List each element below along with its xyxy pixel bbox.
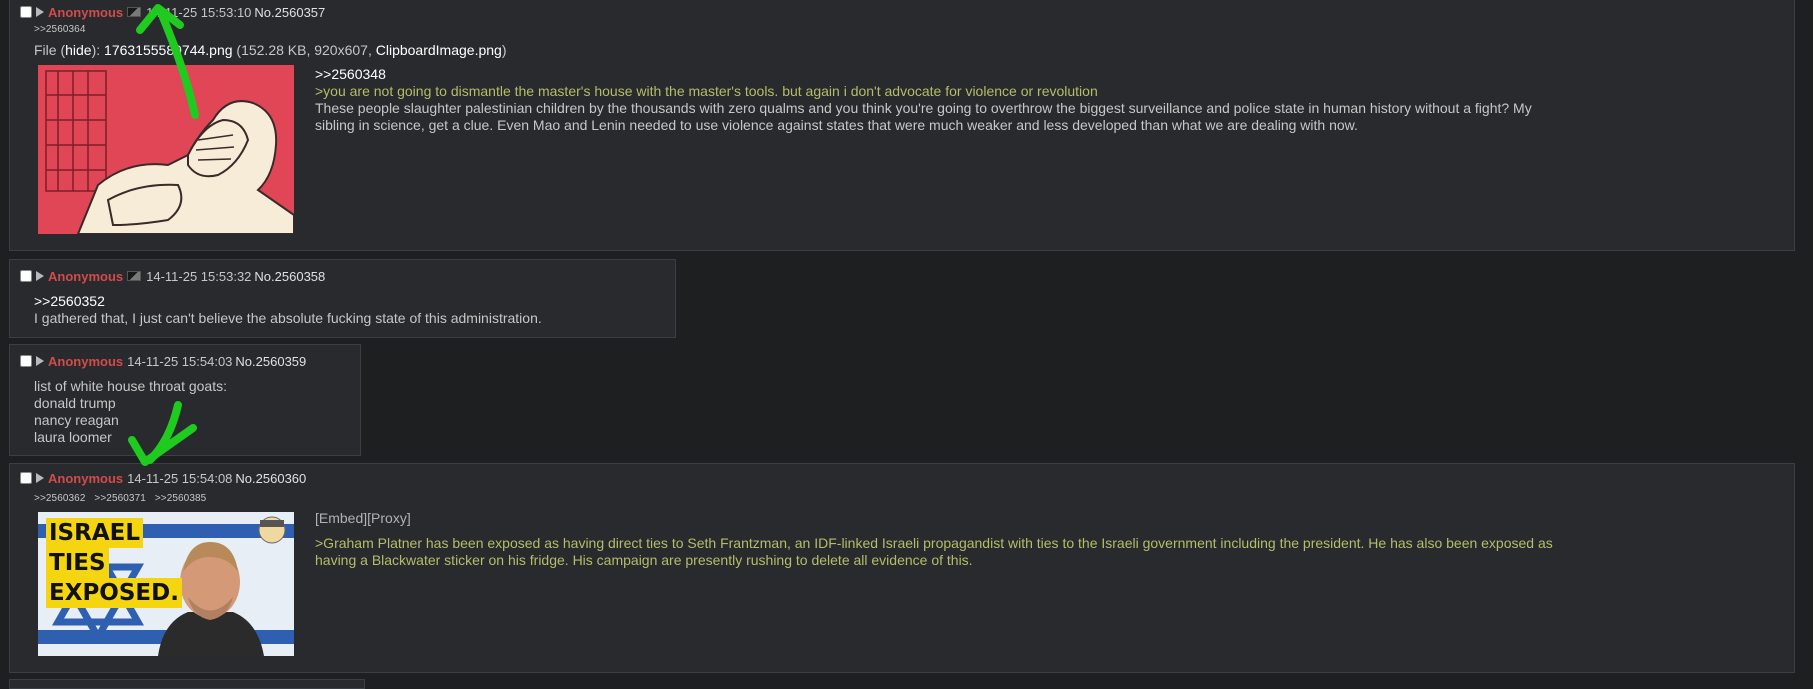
- backlink[interactable]: >>2560364: [34, 24, 86, 35]
- embed-proxy-links[interactable]: [Embed][Proxy]: [315, 510, 1785, 527]
- post-image-facepalm[interactable]: [38, 65, 294, 234]
- post-body: >>2560352 I gathered that, I just can't …: [34, 293, 542, 327]
- poster-name: Anonymous: [48, 268, 124, 284]
- post-number[interactable]: No.2560360: [235, 471, 306, 486]
- greentext: >you are not going to dismantle the mast…: [315, 83, 1098, 99]
- post-2560359: Anonymous 14-11-25 15:54:03 No.2560359 l…: [9, 344, 361, 456]
- post-text-line: nancy reagan: [34, 412, 119, 428]
- post-text-line: These people slaughter palestinian child…: [315, 100, 1532, 116]
- post-checkbox[interactable]: [20, 6, 32, 18]
- post-body: >>2560348 >you are not going to dismantl…: [315, 66, 1785, 134]
- post-text-line: donald trump: [34, 395, 116, 411]
- next-post-partial: [9, 679, 365, 689]
- post-header: Anonymous 14-11-25 15:54:08 No.2560360: [20, 469, 306, 487]
- post-header: Anonymous 14-11-25 15:54:03 No.2560359: [20, 352, 306, 370]
- post-header: Anonymous 14-11-25 15:53:32 No.2560358: [20, 267, 325, 285]
- greentext-line: having a Blackwater sticker on his fridg…: [315, 552, 973, 568]
- post-text-line: laura loomer: [34, 429, 112, 445]
- post-menu-arrow-icon[interactable]: [36, 271, 44, 281]
- quote-link[interactable]: >>2560352: [34, 293, 542, 310]
- post-text-line: sibling in science, get a clue. Even Mao…: [315, 117, 1358, 133]
- post-date: 14-11-25 15:53:32: [146, 268, 252, 284]
- backlinks: >>2560364: [34, 24, 92, 35]
- post-checkbox[interactable]: [20, 472, 32, 484]
- post-body: [Embed][Proxy] >Graham Platner has been …: [315, 510, 1785, 569]
- post-2560358: Anonymous 14-11-25 15:53:32 No.2560358 >…: [9, 259, 676, 338]
- post-date: 14-11-25 15:53:10: [146, 4, 252, 20]
- poster-name: Anonymous: [48, 353, 124, 369]
- flag-icon: [127, 271, 142, 281]
- flag-icon: [127, 7, 142, 17]
- post-header: Anonymous 14-11-25 15:53:10 No.2560357: [20, 3, 325, 21]
- post-number[interactable]: No.2560357: [254, 5, 325, 20]
- post-2560357: Anonymous 14-11-25 15:53:10 No.2560357 >…: [9, 0, 1795, 251]
- post-checkbox[interactable]: [20, 355, 32, 367]
- post-checkbox[interactable]: [20, 270, 32, 282]
- original-filename: ClipboardImage.png: [375, 42, 502, 58]
- post-body: list of white house throat goats: donald…: [34, 378, 227, 446]
- backlinks: >>2560362 >>2560371 >>2560385: [34, 493, 212, 504]
- poster-name: Anonymous: [48, 4, 124, 20]
- file-link[interactable]: 1763155589744.png: [104, 42, 232, 58]
- post-text-line: I gathered that, I just can't believe th…: [34, 310, 542, 326]
- post-text-line: list of white house throat goats:: [34, 378, 227, 394]
- backlink[interactable]: >>2560371: [94, 493, 146, 504]
- post-number[interactable]: No.2560359: [235, 354, 306, 369]
- post-menu-arrow-icon[interactable]: [36, 7, 44, 17]
- embed-thumbnail[interactable]: ISRAEL TIES EXPOSED.: [38, 512, 294, 656]
- poster-name: Anonymous: [48, 470, 124, 486]
- file-info: File (hide): 1763155589744.png (152.28 K…: [34, 42, 507, 58]
- post-number[interactable]: No.2560358: [254, 269, 325, 284]
- hide-file-link[interactable]: hide: [65, 42, 91, 58]
- post-date: 14-11-25 15:54:03: [127, 353, 233, 369]
- backlink[interactable]: >>2560362: [34, 493, 86, 504]
- thumbnail-caption: ISRAEL TIES EXPOSED.: [46, 518, 182, 608]
- post-menu-arrow-icon[interactable]: [36, 473, 44, 483]
- post-2560360: Anonymous 14-11-25 15:54:08 No.2560360 >…: [9, 463, 1795, 673]
- backlink[interactable]: >>2560385: [155, 493, 207, 504]
- greentext-line: >Graham Platner has been exposed as havi…: [315, 535, 1553, 551]
- post-date: 14-11-25 15:54:08: [127, 470, 233, 486]
- post-menu-arrow-icon[interactable]: [36, 356, 44, 366]
- quote-link[interactable]: >>2560348: [315, 66, 1785, 83]
